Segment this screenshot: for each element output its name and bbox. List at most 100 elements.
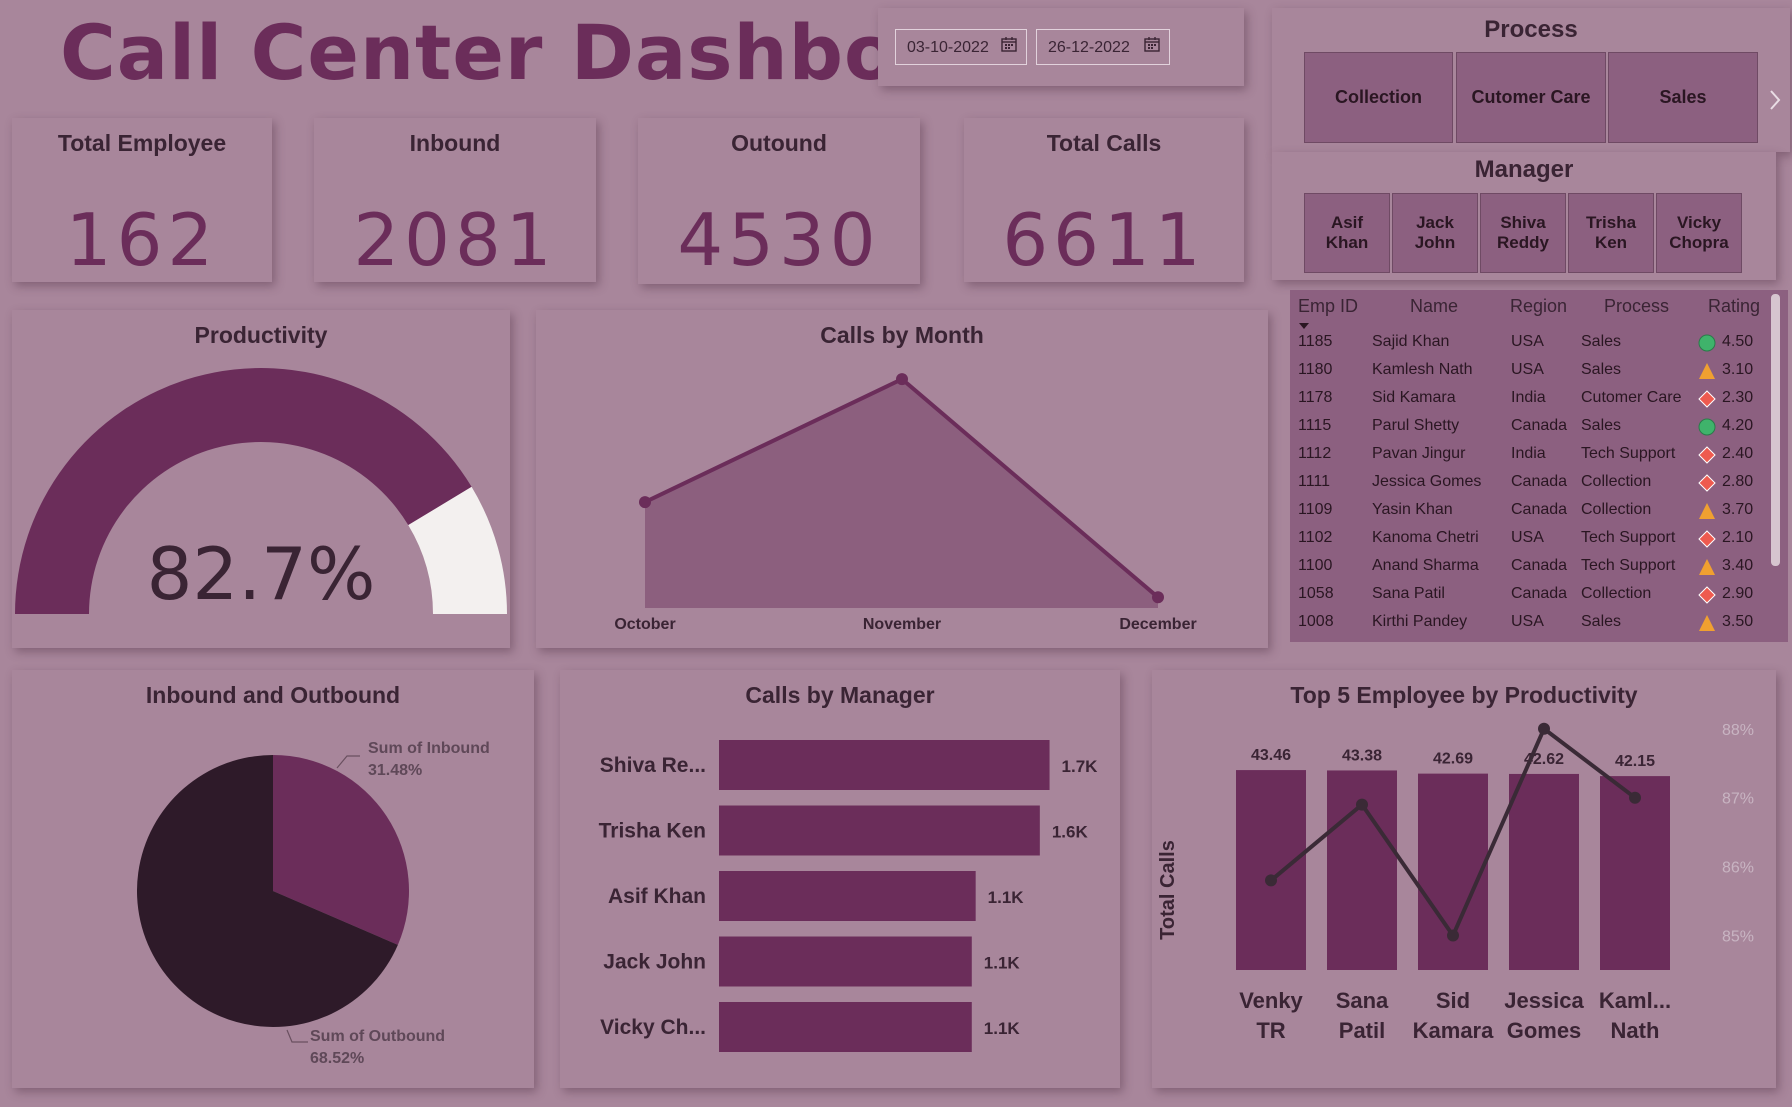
table-cell-rating: 2.10 <box>1722 529 1754 546</box>
leader-line <box>286 1029 308 1043</box>
table-cell-name: Kamlesh Nath <box>1372 361 1473 378</box>
rating-circle-icon <box>1698 418 1716 436</box>
data-point[interactable] <box>896 373 908 386</box>
calls-by-month-chart: October November December <box>614 373 1197 633</box>
y-tick-label: Shiva Re... <box>600 754 706 777</box>
data-point[interactable] <box>1538 722 1550 735</box>
calendar-icon[interactable] <box>1144 36 1160 52</box>
table-cell-process: Collection <box>1581 501 1652 518</box>
table-cell-process: Sales <box>1581 333 1622 350</box>
data-label: 43.46 <box>1251 747 1291 764</box>
data-point[interactable] <box>1152 591 1164 604</box>
data-point[interactable] <box>1265 874 1277 887</box>
bar[interactable] <box>1600 776 1670 970</box>
bar[interactable] <box>1509 773 1579 970</box>
x-tick-label: Sana <box>1336 988 1389 1013</box>
bar[interactable] <box>719 1002 972 1052</box>
table-cell-region: USA <box>1511 361 1544 378</box>
table-row[interactable]: 1008 Kirthi Pandey USA Sales 3.50 <box>1290 608 1768 636</box>
data-point[interactable] <box>1447 929 1459 942</box>
bar[interactable] <box>719 936 972 987</box>
data-point[interactable] <box>1356 798 1368 811</box>
chevron-right-icon[interactable] <box>1768 88 1782 112</box>
table-cell-name: Pavan Jingur <box>1372 445 1466 462</box>
bar[interactable] <box>719 740 1050 790</box>
column-header-emp-id[interactable]: Emp ID <box>1298 296 1358 317</box>
data-label: 43.38 <box>1342 747 1382 764</box>
leader-line <box>336 755 360 769</box>
end-date-input[interactable]: 26-12-2022 <box>1036 29 1170 65</box>
process-item-label: Cutomer Care <box>1471 87 1591 107</box>
table-row[interactable]: 1111 Jessica Gomes Canada Collection 2.80 <box>1290 468 1768 496</box>
calendar-icon[interactable] <box>1001 36 1017 52</box>
process-slicer: Process Collection Cutomer Care Sales <box>1272 8 1790 152</box>
manager-item-label: Trisha Ken <box>1585 213 1637 252</box>
manager-item-shiva-reddy[interactable]: Shiva Reddy <box>1480 193 1566 273</box>
data-label: 1.1K <box>984 954 1021 973</box>
calls-by-manager-chart: Shiva Re... 1.7K Trisha Ken 1.6K Asif Khan 1.… <box>599 740 1098 1052</box>
inbound-outbound-pie: Sum of Inbound 31.48% Sum of Outbound 68.52… <box>137 740 490 1067</box>
table-row[interactable]: 1112 Pavan Jingur India Tech Support 2.40 <box>1290 440 1768 468</box>
manager-item-asif-khan[interactable]: Asif Khan <box>1304 193 1390 273</box>
data-label: 1.1K <box>984 1019 1021 1038</box>
x-tick-label: Nath <box>1611 1018 1660 1043</box>
date-range-slicer: 03-10-2022 26-12-2022 <box>878 8 1244 86</box>
table-row[interactable]: 1115 Parul Shetty Canada Sales 4.20 <box>1290 412 1768 440</box>
process-item-customer-care[interactable]: Cutomer Care <box>1456 52 1606 143</box>
table-cell-rating: 4.20 <box>1722 417 1754 434</box>
table-cell-id: 1185 <box>1298 333 1333 350</box>
data-label: 42.15 <box>1615 753 1655 770</box>
start-date-input[interactable]: 03-10-2022 <box>895 29 1027 65</box>
rating-diamond-icon <box>1698 446 1716 464</box>
table-cell-id: 1115 <box>1298 417 1332 434</box>
manager-item-vicky-chopra[interactable]: Vicky Chopra <box>1656 193 1742 273</box>
table-row[interactable]: 1058 Sana Patil Canada Collection 2.90 <box>1290 580 1768 608</box>
bar[interactable] <box>1236 770 1306 970</box>
column-header-name[interactable]: Name <box>1410 296 1458 317</box>
process-item-label: Sales <box>1659 87 1707 107</box>
y-tick-label: Asif Khan <box>608 885 706 908</box>
table-cell-process: Tech Support <box>1581 557 1676 574</box>
employee-table: Emp ID Name Region Process Rating 1185 Sa… <box>1290 290 1788 642</box>
table-cell-region: India <box>1511 389 1546 406</box>
inbound-outbound-card: Inbound and Outbound Sum of Inbound 31.48… <box>12 670 534 1088</box>
column-header-region[interactable]: Region <box>1510 296 1567 317</box>
process-item-collection[interactable]: Collection <box>1304 52 1453 143</box>
table-cell-process: Cutomer Care <box>1581 389 1682 406</box>
x-tick-label: December <box>1119 616 1196 633</box>
kpi-card-total-calls: Total Calls 6611 <box>964 118 1244 282</box>
x-tick-label: Sid <box>1436 988 1470 1013</box>
x-tick-label: Jessica <box>1504 988 1584 1013</box>
bar[interactable] <box>719 871 976 921</box>
table-row[interactable]: 1180 Kamlesh Nath USA Sales 3.10 <box>1290 356 1768 384</box>
table-scrollbar[interactable] <box>1771 294 1780 566</box>
data-point[interactable] <box>639 496 651 509</box>
process-item-sales[interactable]: Sales <box>1608 52 1758 143</box>
y2-tick-label: 85% <box>1722 929 1754 946</box>
table-row[interactable]: 1100 Anand Sharma Canada Tech Support 3.40 <box>1290 552 1768 580</box>
table-cell-process: Tech Support <box>1581 445 1676 462</box>
x-tick-label: October <box>614 616 675 633</box>
end-date-value: 26-12-2022 <box>1048 39 1130 56</box>
data-label: 1.6K <box>1052 823 1089 842</box>
data-point[interactable] <box>1629 791 1641 804</box>
table-cell-process: Sales <box>1581 361 1622 378</box>
table-row[interactable]: 1178 Sid Kamara India Cutomer Care 2.30 <box>1290 384 1768 412</box>
bar[interactable] <box>719 805 1040 856</box>
table-cell-rating: 2.30 <box>1722 389 1754 406</box>
manager-item-jack-john[interactable]: Jack John <box>1392 193 1478 273</box>
kpi-value: 6611 <box>1002 198 1206 282</box>
table-row[interactable]: 1102 Kanoma Chetri USA Tech Support 2.10 <box>1290 524 1768 552</box>
y-axis-label: Total Calls <box>1157 840 1179 940</box>
rating-triangle-icon <box>1699 503 1715 519</box>
table-row[interactable]: 1185 Sajid Khan USA Sales 4.50 <box>1290 328 1768 356</box>
table-row[interactable]: 1109 Yasin Khan Canada Collection 3.70 <box>1290 496 1768 524</box>
column-header-process[interactable]: Process <box>1604 296 1669 317</box>
data-label: 1.1K <box>988 888 1025 907</box>
x-tick-label: TR <box>1256 1018 1285 1043</box>
kpi-label: Outound <box>731 130 827 156</box>
table-cell-id: 1180 <box>1298 361 1333 378</box>
manager-item-trisha-ken[interactable]: Trisha Ken <box>1568 193 1654 273</box>
column-header-rating[interactable]: Rating <box>1708 296 1760 317</box>
table-cell-region: Canada <box>1511 501 1568 518</box>
